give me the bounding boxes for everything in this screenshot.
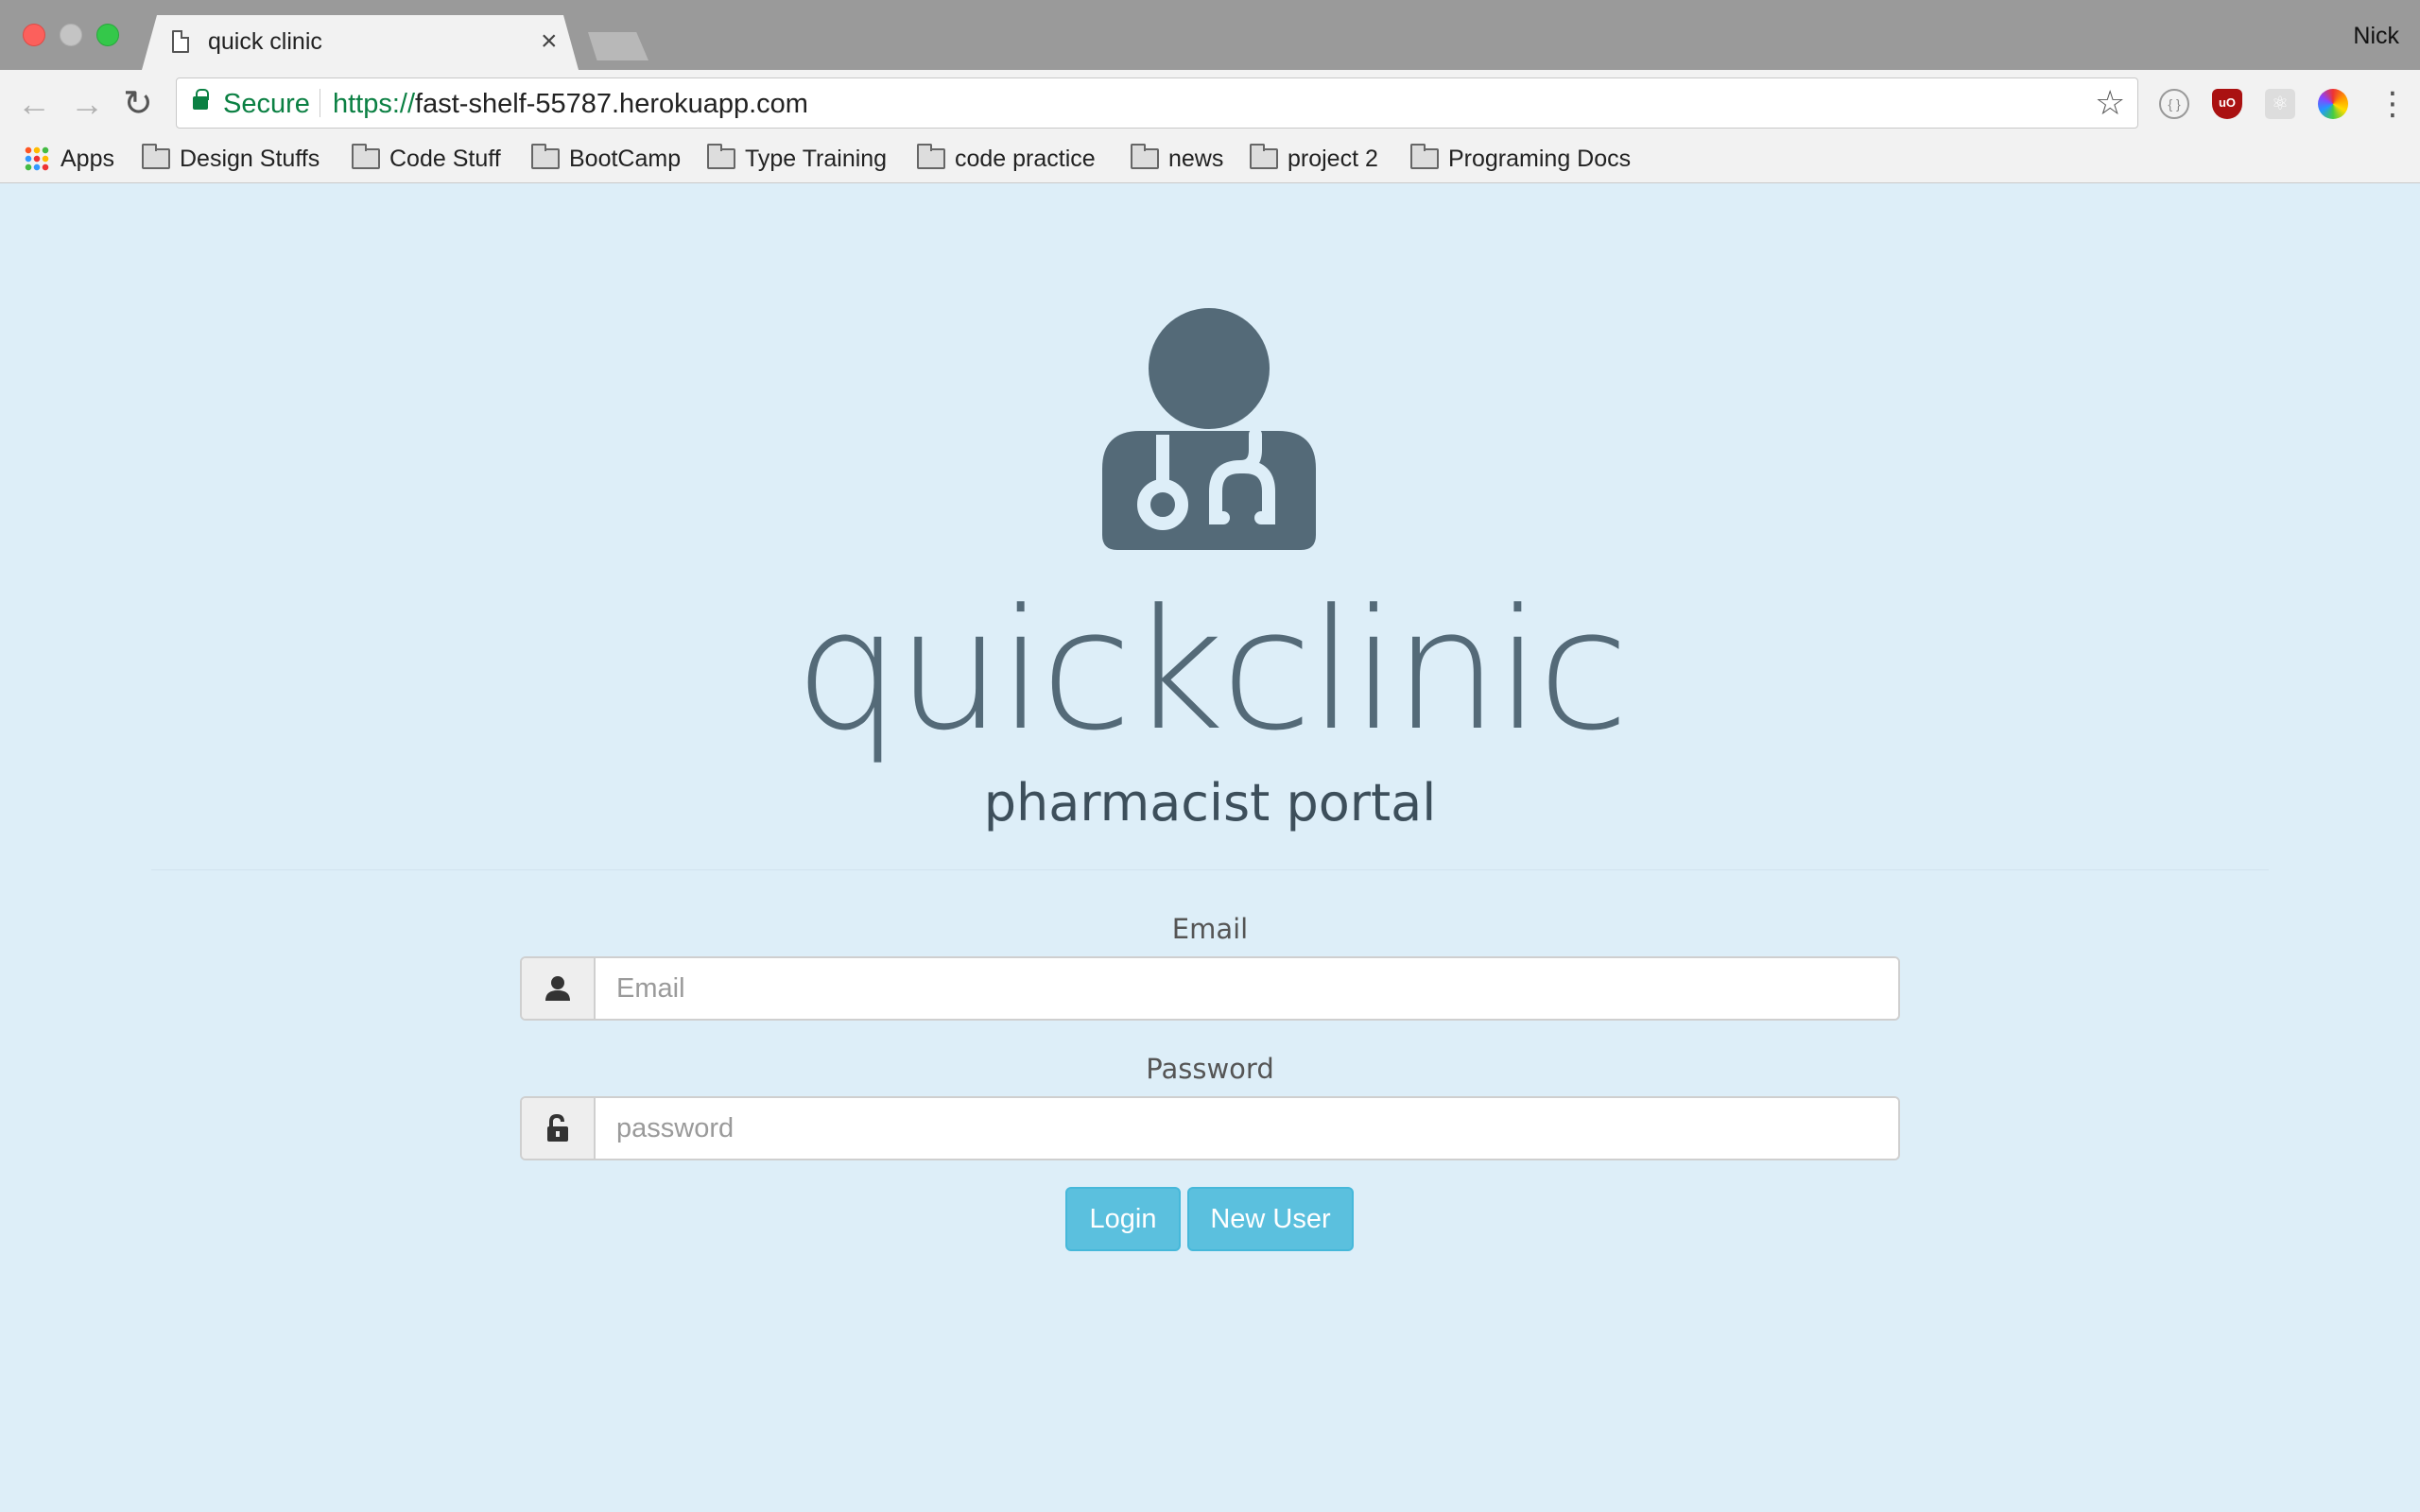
- bookmark-folder-bootcamp[interactable]: BootCamp: [531, 140, 681, 178]
- tab-title: quick clinic: [208, 28, 322, 55]
- password-input[interactable]: [596, 1098, 1898, 1159]
- color-picker-icon[interactable]: [2318, 89, 2348, 119]
- new-user-button[interactable]: New User: [1187, 1187, 1354, 1251]
- login-button[interactable]: Login: [1065, 1187, 1181, 1251]
- react-devtools-icon[interactable]: ⚛: [2265, 89, 2295, 119]
- user-icon-glyph: [545, 976, 570, 1001]
- profile-name[interactable]: Nick: [2353, 23, 2399, 50]
- url-host: fast-shelf-55787.herokuapp.com: [415, 89, 808, 119]
- bookmark-folder-news[interactable]: news: [1131, 140, 1223, 178]
- email-label: Email: [1171, 913, 1249, 945]
- folder-icon: [531, 144, 560, 169]
- forward-arrow-icon[interactable]: →: [70, 85, 104, 123]
- user-icon: [522, 958, 596, 1019]
- portal-subtitle: pharmacist portal: [983, 773, 1437, 833]
- unlock-icon-glyph: [547, 1114, 568, 1142]
- bookmark-label: Programing Docs: [1448, 145, 1632, 172]
- maximize-window-button[interactable]: [96, 24, 119, 46]
- browser-menu-icon[interactable]: ⋮: [2377, 85, 2409, 123]
- bookmark-folder-design-stuffs[interactable]: Design Stuffs: [142, 140, 320, 178]
- bookmark-label: Code Stuff: [389, 145, 501, 172]
- unlock-icon: [522, 1098, 596, 1159]
- bookmark-star-icon[interactable]: ☆: [2095, 83, 2125, 123]
- back-arrow-icon[interactable]: ←: [17, 85, 51, 123]
- minimize-window-button[interactable]: [60, 24, 82, 46]
- bookmark-label: news: [1168, 145, 1224, 172]
- folder-icon: [142, 144, 170, 169]
- url-text[interactable]: https://fast-shelf-55787.herokuapp.com: [333, 89, 808, 120]
- email-input[interactable]: [596, 958, 1898, 1019]
- secure-label[interactable]: Secure: [223, 89, 310, 120]
- close-window-button[interactable]: [23, 24, 45, 46]
- folder-icon: [1131, 144, 1159, 169]
- bookmark-label: Design Stuffs: [180, 145, 320, 172]
- page-icon: [172, 30, 189, 53]
- folder-icon: [1410, 144, 1439, 169]
- bookmark-label: BootCamp: [569, 145, 682, 172]
- doctor-icon: [1102, 308, 1316, 550]
- ublock-shield-icon[interactable]: uO: [2212, 89, 2242, 119]
- folder-icon: [352, 144, 380, 169]
- apps-grid-icon: [25, 146, 49, 171]
- password-input-group: [520, 1096, 1900, 1160]
- bookmark-folder-project-2[interactable]: project 2: [1250, 140, 1378, 178]
- bookmark-label: project 2: [1288, 145, 1378, 172]
- extension-json-icon[interactable]: { }: [2159, 89, 2189, 119]
- divider: [151, 869, 2269, 870]
- folder-icon: [1250, 144, 1278, 169]
- reload-icon[interactable]: ↻: [123, 85, 153, 123]
- email-input-group: [520, 956, 1900, 1021]
- bookmark-label: Type Training: [745, 145, 888, 172]
- password-label: Password: [1146, 1053, 1274, 1085]
- bookmark-folder-programing-docs[interactable]: Programing Docs: [1410, 140, 1631, 178]
- bookmark-label: Apps: [60, 145, 114, 172]
- folder-icon: [707, 144, 735, 169]
- tab-close-icon[interactable]: ×: [541, 25, 558, 59]
- bookmark-label: code practice: [955, 145, 1096, 172]
- app-brand-title: quickclinic: [794, 574, 1630, 767]
- bookmark-folder-code-practice[interactable]: code practice: [917, 140, 1096, 178]
- bookmark-folder-code-stuff[interactable]: Code Stuff: [352, 140, 501, 178]
- url-scheme: https://: [333, 89, 416, 119]
- bookmark-apps[interactable]: Apps: [25, 140, 114, 178]
- bookmark-folder-type-training[interactable]: Type Training: [707, 140, 887, 178]
- lock-icon: [193, 89, 209, 110]
- folder-icon: [917, 144, 945, 169]
